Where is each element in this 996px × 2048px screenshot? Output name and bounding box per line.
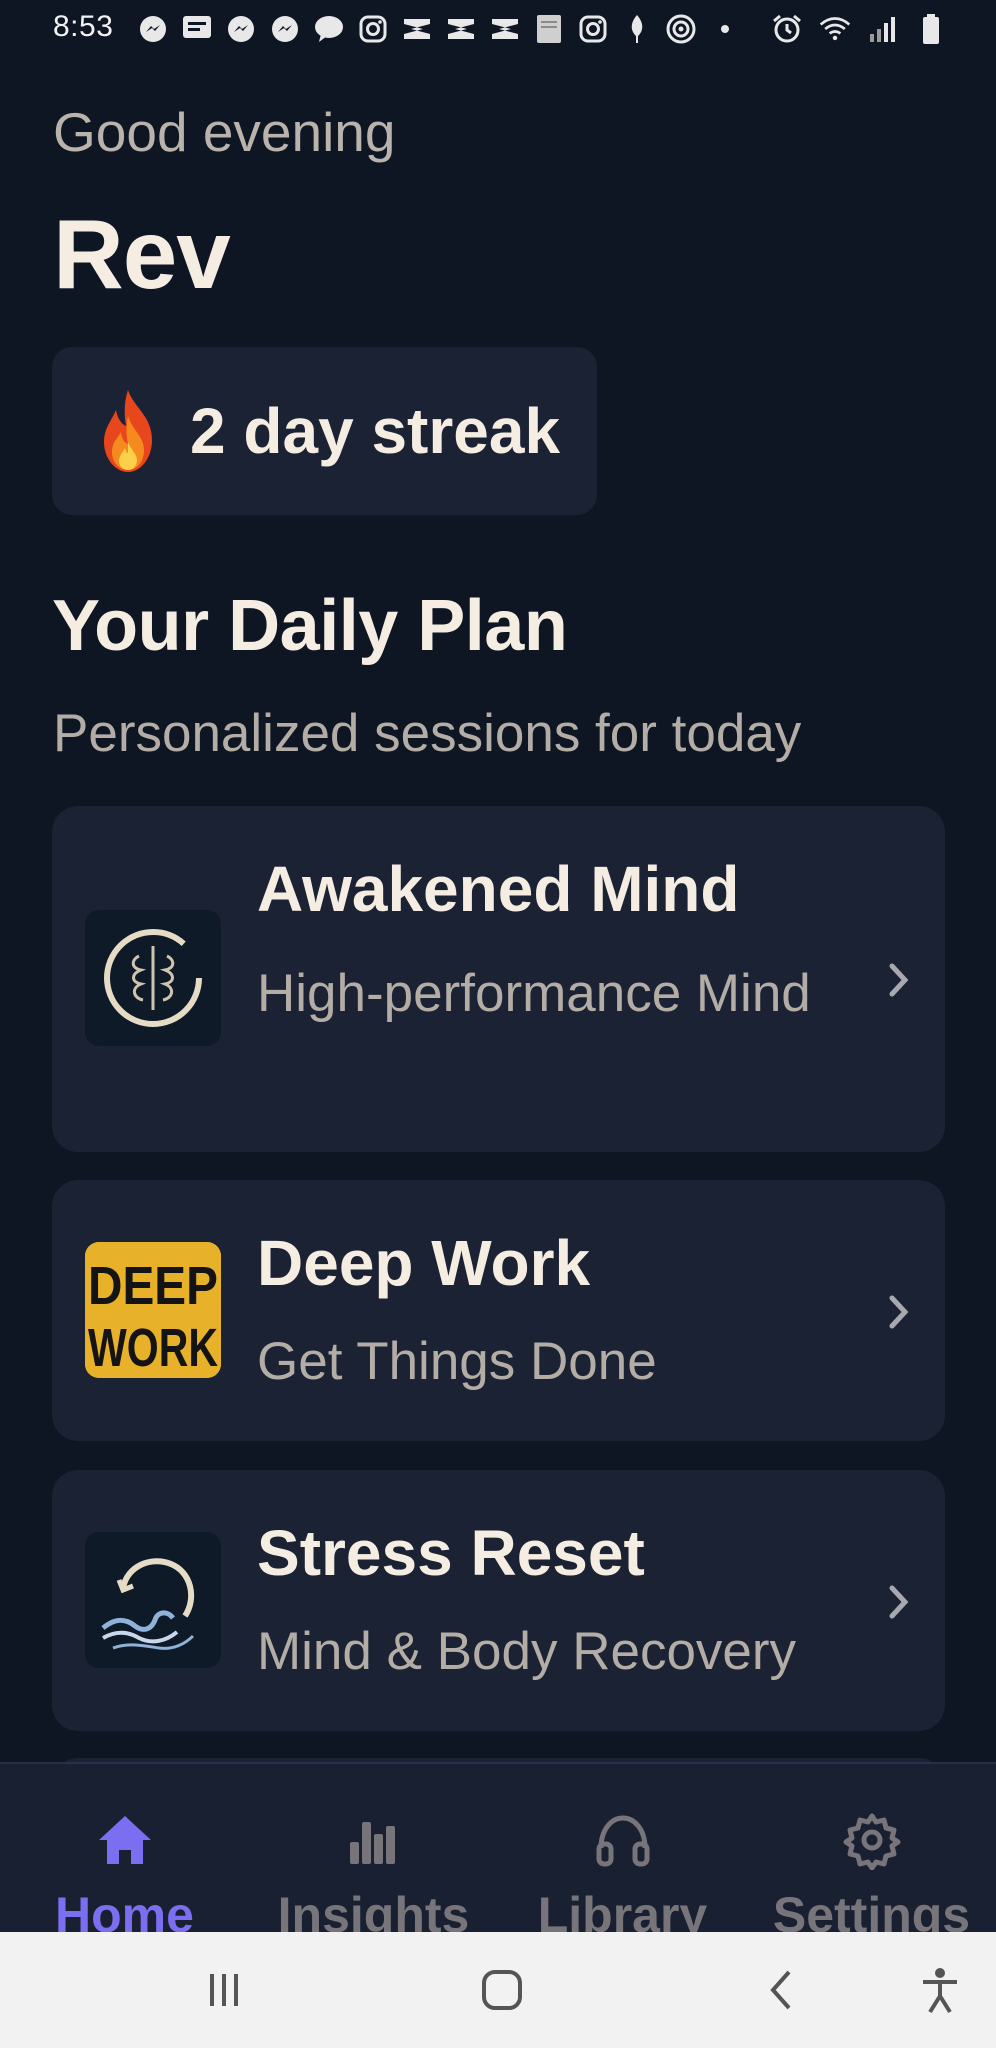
user-name: Rev [53,199,231,309]
session-subtitle: Mind & Body Recovery [257,1622,797,1681]
capcut-icon [488,12,522,46]
tab-insights[interactable]: Insights [249,1764,498,1943]
wifi-icon [818,12,852,46]
accessibility-icon [923,1968,957,2014]
session-card-deep-work[interactable]: DEEP WORK Deep Work Get Things Done [52,1180,945,1441]
home-screen: 8:53 Good evening Rev 2 day streak Your … [0,0,996,2048]
leaf-icon [620,12,654,46]
section-title: Your Daily Plan [52,586,568,666]
fire-icon [104,390,152,472]
home-nav-button[interactable] [474,1962,530,2018]
dot-icon [708,12,742,46]
capcut-icon [400,12,434,46]
session-card-awakened-mind[interactable]: Awakened Mind High-performance Mind [52,806,945,1152]
signal-icon [866,12,900,46]
accessibility-button[interactable] [912,1962,968,2018]
bottom-tab-bar: Home Insights Library Settings [0,1762,996,1943]
instagram-icon [356,12,390,46]
session-subtitle: Get Things Done [257,1332,657,1391]
battery-icon [914,12,948,46]
target-icon [664,12,698,46]
recent-apps-icon [210,1974,238,2006]
chevron-right-icon [889,963,909,997]
tab-settings[interactable]: Settings [747,1764,996,1943]
session-title: Deep Work [257,1227,591,1299]
deep-work-art-text-2: WORK [88,1318,218,1378]
chevron-right-icon [889,1585,909,1619]
session-title: Stress Reset [257,1517,645,1589]
system-icons [770,12,948,46]
awakened-mind-thumbnail [85,910,221,1046]
back-icon [770,1970,791,2010]
bible-icon [532,12,566,46]
deep-work-art-text-1: DEEP [88,1256,218,1316]
gear-icon [843,1813,900,1870]
section-subtitle: Personalized sessions for today [53,704,802,763]
system-navigation-bar [0,1932,996,2048]
recent-apps-button[interactable] [196,1962,252,2018]
messenger-icon [224,12,258,46]
greeting-text: Good evening [53,101,396,163]
streak-badge: 2 day streak [52,347,597,515]
session-card-stress-reset[interactable]: Stress Reset Mind & Body Recovery [52,1470,945,1731]
instagram-icon [576,12,610,46]
bar-chart-icon [349,1822,395,1864]
back-button[interactable] [754,1962,810,2018]
home-icon [98,1816,151,1864]
stress-reset-thumbnail [85,1532,221,1668]
chevron-right-icon [889,1295,909,1329]
headphones-icon [596,1815,649,1867]
notification-icons [136,12,742,46]
tab-home[interactable]: Home [0,1764,249,1943]
session-title: Awakened Mind [257,853,740,925]
deep-work-thumbnail: DEEP WORK [85,1242,221,1378]
tab-library[interactable]: Library [498,1764,747,1943]
messenger-icon [136,12,170,46]
session-subtitle: High-performance Mind [257,964,811,1023]
alarm-icon [770,12,804,46]
messenger-icon [268,12,302,46]
status-time: 8:53 [53,10,114,43]
talk-icon [312,12,346,46]
capcut-icon [444,12,478,46]
home-nav-icon [482,1970,522,2010]
streak-text: 2 day streak [190,395,561,467]
message-icon [180,12,214,46]
status-bar: 8:53 [0,0,996,58]
